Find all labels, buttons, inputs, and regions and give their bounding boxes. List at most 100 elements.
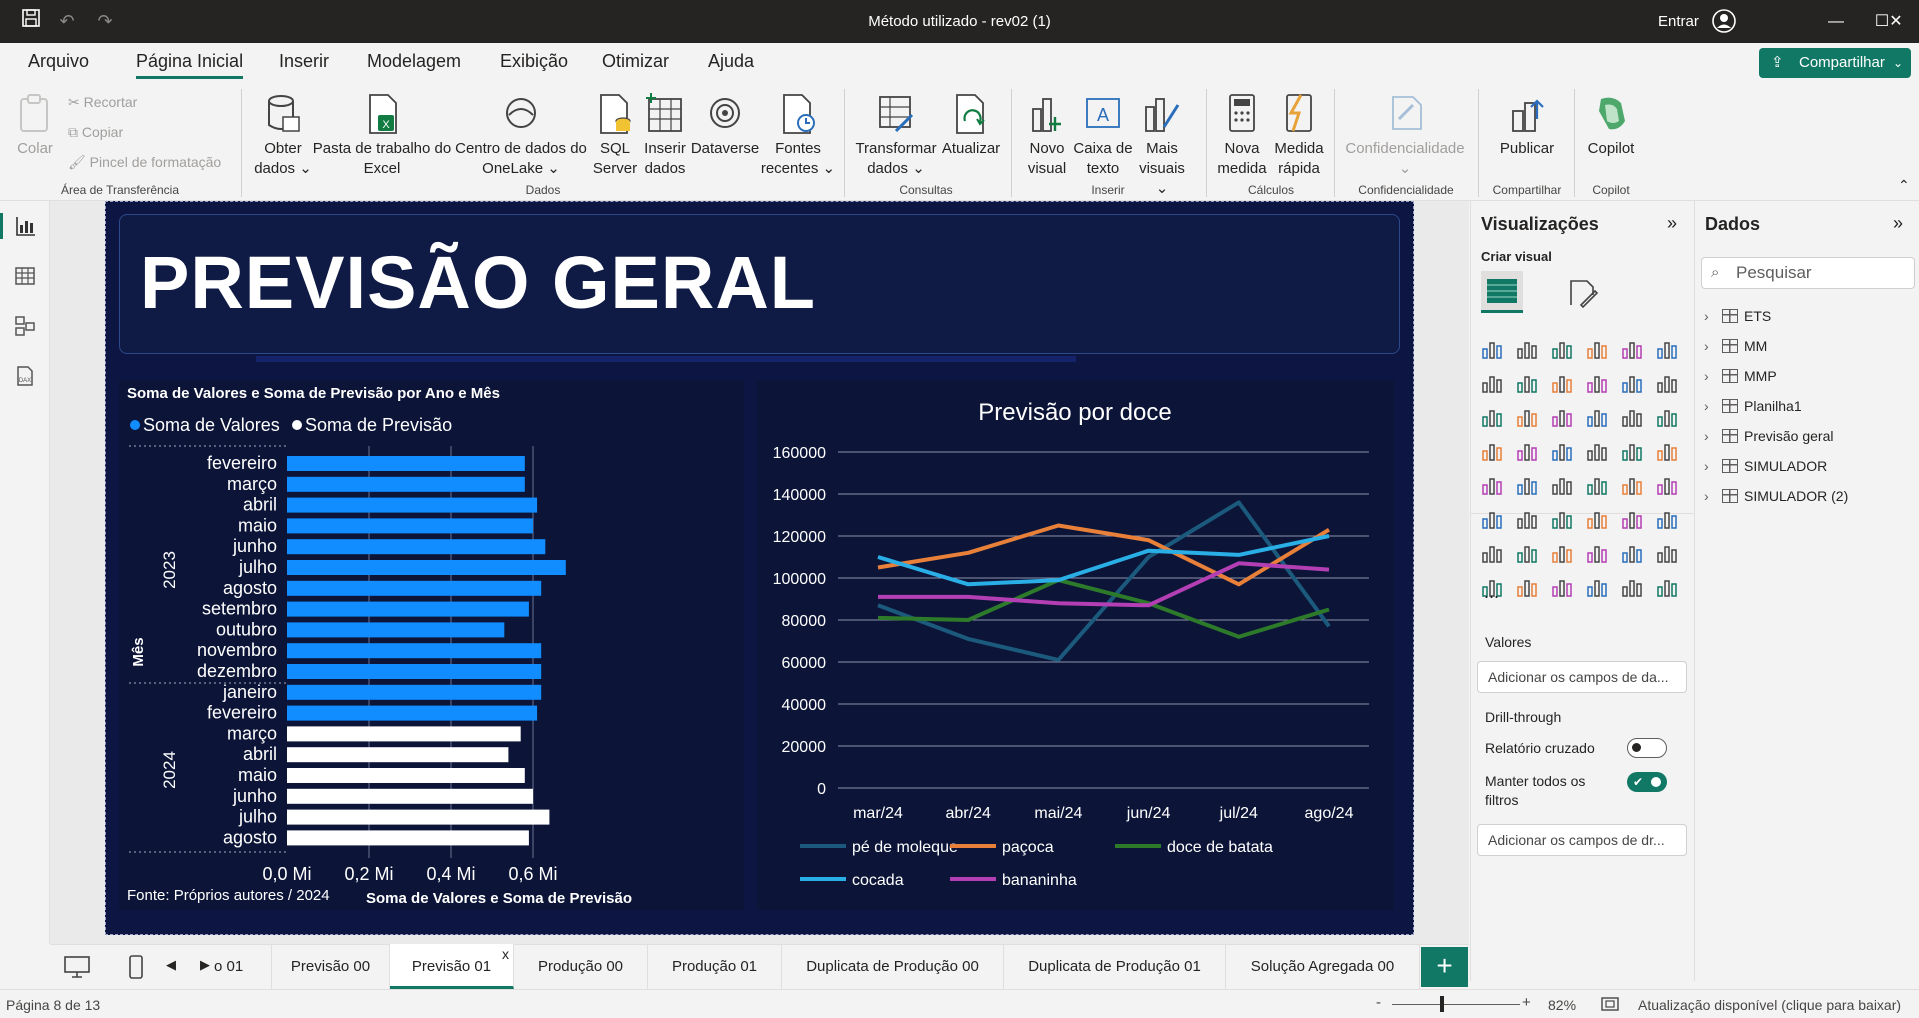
dataverse-button[interactable]: Dataverse [690, 93, 760, 159]
visual-type-icon[interactable] [1550, 371, 1574, 395]
sensitivity-button[interactable]: Confidencialidade ⌄ [1344, 93, 1466, 179]
tab-pagina-inicial[interactable]: Página Inicial [136, 51, 244, 79]
visual-type-icon[interactable] [1655, 439, 1679, 463]
visual-type-icon[interactable] [1550, 405, 1574, 429]
visual-type-icon[interactable] [1655, 507, 1679, 531]
chevron-right-icon[interactable]: › [1704, 335, 1718, 357]
visual-type-icon[interactable] [1480, 371, 1504, 395]
keep-filters-toggle[interactable]: ✔ [1627, 772, 1667, 792]
visual-type-icon[interactable] [1620, 337, 1644, 361]
visual-type-icon[interactable] [1480, 439, 1504, 463]
zoom-slider[interactable] [1392, 1004, 1520, 1005]
visual-type-icon[interactable] [1585, 371, 1609, 395]
cut-button[interactable]: ✂ Recortar [68, 92, 137, 112]
data-table-item[interactable]: › SIMULADOR [1704, 455, 1827, 477]
tab-inserir[interactable]: Inserir [279, 51, 329, 79]
new-measure-button[interactable]: Nova medida [1214, 93, 1270, 179]
share-button[interactable]: ⇪ Compartilhar ⌄ [1759, 48, 1911, 78]
data-table-item[interactable]: › Planilha1 [1704, 395, 1802, 417]
visual-type-icon[interactable] [1550, 337, 1574, 361]
excel-workbook-button[interactable]: X Pasta de trabalho do Excel [312, 93, 452, 179]
visual-type-icon[interactable] [1550, 507, 1574, 531]
visual-type-icon[interactable] [1620, 405, 1644, 429]
quick-measure-button[interactable]: Medida rápida [1270, 93, 1328, 179]
visual-type-icon[interactable] [1620, 541, 1644, 565]
collapse-data-pane-icon[interactable]: » [1893, 213, 1903, 234]
visual-type-icon[interactable] [1550, 541, 1574, 565]
visual-type-icon[interactable] [1480, 507, 1504, 531]
visual-type-icon[interactable] [1480, 473, 1504, 497]
data-table-item[interactable]: › Previsão geral [1704, 425, 1834, 447]
desktop-layout-icon[interactable] [62, 955, 92, 979]
visual-type-icon[interactable] [1585, 575, 1609, 599]
visual-type-icon[interactable] [1515, 575, 1539, 599]
add-page-button[interactable]: + [1421, 947, 1468, 987]
cross-report-toggle[interactable] [1627, 738, 1667, 758]
zoom-out-button[interactable]: - [1376, 994, 1381, 1011]
visual-type-icon[interactable] [1585, 473, 1609, 497]
page-tab[interactable]: Duplicata de Produção 00 [782, 944, 1004, 989]
model-view-icon[interactable] [14, 315, 36, 337]
sql-server-button[interactable]: SQL Server [590, 93, 640, 179]
dax-query-view-icon[interactable]: DAX [14, 365, 36, 387]
visual-type-icon[interactable] [1585, 541, 1609, 565]
update-available-link[interactable]: Atualização disponível (clique para baix… [1638, 997, 1901, 1013]
prev-page-icon[interactable]: ◀ [166, 957, 176, 973]
onelake-button[interactable]: Centro de dados do OneLake ⌄ [453, 93, 589, 179]
recent-sources-button[interactable]: Fontes recentes ⌄ [758, 93, 838, 179]
visual-type-icon[interactable] [1620, 507, 1644, 531]
data-search-input[interactable]: Pesquisar [1701, 257, 1915, 289]
data-table-item[interactable]: › SIMULADOR (2) [1704, 485, 1848, 507]
mobile-layout-icon[interactable] [126, 954, 146, 980]
page-tab[interactable]: Solução Agregada 00 [1226, 944, 1420, 989]
visual-type-icon[interactable] [1585, 405, 1609, 429]
table-view-icon[interactable] [14, 265, 36, 287]
visual-type-icon[interactable] [1515, 507, 1539, 531]
page-tab[interactable]: Duplicata de Produção 01 [1004, 944, 1226, 989]
drillthrough-well[interactable]: Adicionar os campos de dr... [1477, 824, 1687, 856]
visual-type-icon[interactable] [1620, 575, 1644, 599]
values-well[interactable]: Adicionar os campos de da... [1477, 661, 1687, 693]
format-visual-tab[interactable] [1565, 275, 1601, 311]
chevron-right-icon[interactable]: › [1704, 455, 1718, 477]
report-view-icon[interactable] [14, 215, 36, 237]
minimize-button[interactable]: — [1813, 0, 1859, 43]
page-tab[interactable]: Produção 00 [514, 944, 648, 989]
visual-type-icon[interactable] [1620, 473, 1644, 497]
close-button[interactable]: ✕ [1873, 0, 1919, 43]
refresh-button[interactable]: Atualizar [940, 93, 1002, 159]
page-tab[interactable]: Previsão 00 [272, 944, 390, 989]
copilot-button[interactable]: Copilot [1580, 93, 1642, 159]
visual-type-icon[interactable] [1515, 337, 1539, 361]
visual-type-icon[interactable] [1585, 337, 1609, 361]
visual-type-icon[interactable] [1515, 405, 1539, 429]
visual-type-icon[interactable] [1480, 337, 1504, 361]
page-tab[interactable]: o 01 [214, 944, 272, 989]
chevron-right-icon[interactable]: › [1704, 425, 1718, 447]
page-tab[interactable]: Produção 01 [648, 944, 782, 989]
visual-type-icon[interactable] [1515, 541, 1539, 565]
page-tab-active[interactable]: Previsão 01 x [390, 944, 514, 989]
zoom-slider-thumb[interactable] [1440, 996, 1444, 1012]
data-table-item[interactable]: › MM [1704, 335, 1767, 357]
more-visuals-ellipsis[interactable]: ... [1484, 582, 1499, 603]
visual-type-icon[interactable] [1480, 541, 1504, 565]
visual-type-icon[interactable] [1655, 575, 1679, 599]
chevron-right-icon[interactable]: › [1704, 305, 1718, 327]
visual-type-icon[interactable] [1550, 439, 1574, 463]
chevron-right-icon[interactable]: › [1704, 365, 1718, 387]
next-page-icon[interactable]: ▶ [200, 957, 210, 973]
visual-type-icon[interactable] [1515, 473, 1539, 497]
visual-type-icon[interactable] [1655, 405, 1679, 429]
visual-type-icon[interactable] [1585, 439, 1609, 463]
visual-type-icon[interactable] [1655, 473, 1679, 497]
chevron-right-icon[interactable]: › [1704, 485, 1718, 507]
enter-data-button[interactable]: Inserir dados [640, 93, 690, 179]
data-table-item[interactable]: › MMP [1704, 365, 1777, 387]
copy-button[interactable]: ⧉ Copiar [68, 122, 123, 142]
tab-otimizar[interactable]: Otimizar [602, 51, 669, 79]
chevron-right-icon[interactable]: › [1704, 395, 1718, 417]
get-data-button[interactable]: Obter dados ⌄ [250, 93, 316, 179]
visual-type-icon[interactable] [1655, 371, 1679, 395]
visual-type-icon[interactable] [1585, 507, 1609, 531]
